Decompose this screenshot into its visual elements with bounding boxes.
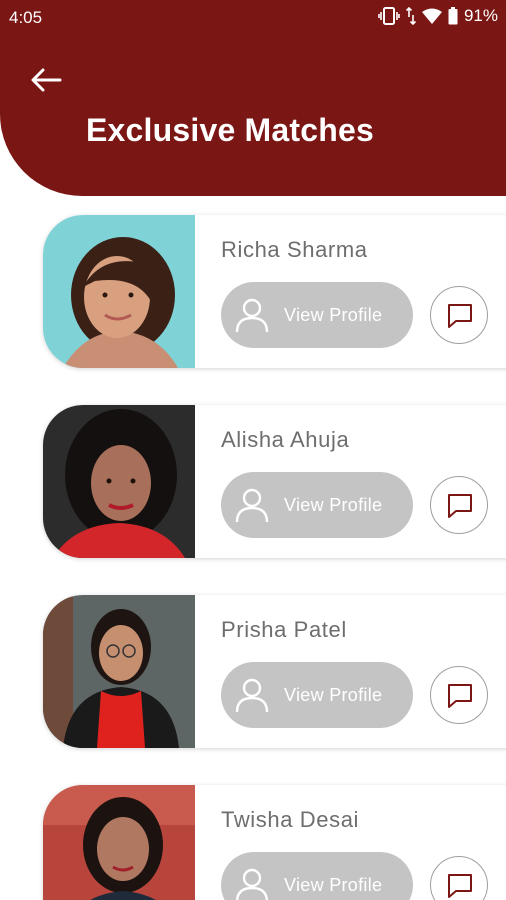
chat-bubble-icon xyxy=(446,682,474,715)
match-name: Alisha Ahuja xyxy=(221,427,350,452)
chat-bubble-icon xyxy=(446,492,474,525)
view-profile-button[interactable]: View Profile xyxy=(221,472,413,538)
chat-button[interactable] xyxy=(430,666,488,724)
chat-bubble-icon xyxy=(446,872,474,900)
person-icon xyxy=(235,297,269,338)
match-card: Prisha Patel View Profile xyxy=(43,595,506,748)
match-card: Richa Sharma View Profile xyxy=(43,215,506,368)
view-profile-label: View Profile xyxy=(284,305,383,325)
person-icon xyxy=(235,867,269,900)
chat-button[interactable] xyxy=(430,286,488,344)
person-icon xyxy=(235,487,269,528)
chat-button[interactable] xyxy=(430,476,488,534)
match-name: Twisha Desai xyxy=(221,807,360,832)
match-name: Richa Sharma xyxy=(221,237,368,262)
matches-list: Richa Sharma View Profile Alisha Ahuja V… xyxy=(0,0,506,900)
view-profile-button[interactable]: View Profile xyxy=(221,852,413,900)
chat-button[interactable] xyxy=(430,856,488,900)
profile-photo xyxy=(43,785,195,900)
match-card: Alisha Ahuja View Profile xyxy=(43,405,506,558)
view-profile-button[interactable]: View Profile xyxy=(221,662,413,728)
view-profile-label: View Profile xyxy=(284,495,383,515)
view-profile-button[interactable]: View Profile xyxy=(221,282,413,348)
profile-photo xyxy=(43,215,195,368)
match-name: Prisha Patel xyxy=(221,617,347,642)
view-profile-label: View Profile xyxy=(284,685,383,705)
view-profile-label: View Profile xyxy=(284,875,383,895)
person-icon xyxy=(235,677,269,718)
profile-photo xyxy=(43,595,195,748)
profile-photo xyxy=(43,405,195,558)
match-card: Twisha Desai View Profile xyxy=(43,785,506,900)
chat-bubble-icon xyxy=(446,302,474,335)
